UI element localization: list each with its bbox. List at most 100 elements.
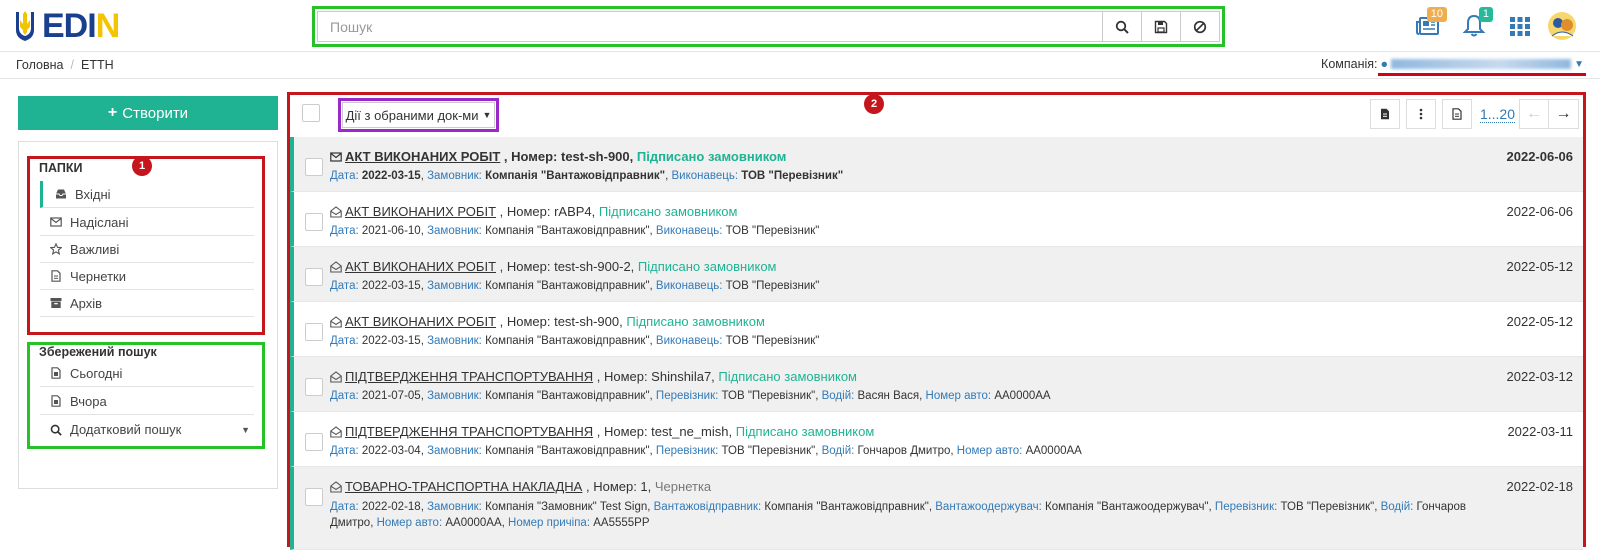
- document-number: , Номер: Shinshila7,: [593, 369, 719, 384]
- document-heading: ПІДТВЕРДЖЕННЯ ТРАНСПОРТУВАННЯ , Номер: t…: [330, 424, 874, 439]
- document-row[interactable]: АКТ ВИКОНАНИХ РОБІТ , Номер: test-sh-900…: [290, 247, 1583, 302]
- user-avatar[interactable]: [1543, 8, 1581, 44]
- select-all-checkbox[interactable]: [302, 104, 320, 122]
- detail-key: Водій:: [821, 445, 855, 457]
- folder-drafts[interactable]: Чернетки: [40, 263, 254, 290]
- row-checkbox[interactable]: [305, 213, 323, 231]
- folder-archive[interactable]: Архів: [40, 290, 254, 317]
- detail-value: Компанія "Вантажовідправник": [485, 170, 666, 182]
- detail-value: ТОВ "Перевізник": [725, 280, 820, 292]
- document-number: , Номер: rABP4,: [496, 204, 599, 219]
- pagination-range[interactable]: 1...20: [1479, 106, 1515, 123]
- detail-key: Вантажовідправник:: [653, 501, 762, 513]
- folder-label: Чернетки: [70, 268, 127, 284]
- document-heading: ТОВАРНО-ТРАНСПОРТНА НАКЛАДНА , Номер: 1,…: [330, 479, 711, 494]
- folder-label: Вхідні: [75, 186, 111, 202]
- document-list-panel: Дії з обраними док-ми ▼ 2 1...20 ← → АКТ …: [287, 92, 1586, 550]
- document-title-link[interactable]: ТОВАРНО-ТРАНСПОРТНА НАКЛАДНА: [345, 479, 582, 494]
- detail-value: Компанія "Вантажоодержувач": [1045, 501, 1209, 513]
- breadcrumb-home[interactable]: Головна: [16, 58, 64, 72]
- row-checkbox[interactable]: [305, 158, 323, 176]
- envelope-icon: [50, 217, 62, 227]
- row-checkbox[interactable]: [305, 433, 323, 451]
- file-text-icon: [1380, 108, 1389, 120]
- folder-important[interactable]: Важливі: [40, 236, 254, 263]
- create-button[interactable]: + Створити: [18, 96, 278, 130]
- search-input[interactable]: [318, 12, 1102, 41]
- document-row[interactable]: ТОВАРНО-ТРАНСПОРТНА НАКЛАДНА , Номер: 1,…: [290, 467, 1583, 550]
- detail-value: 2022-03-15: [361, 280, 421, 292]
- document-row[interactable]: АКТ ВИКОНАНИХ РОБІТ , Номер: test-sh-900…: [290, 302, 1583, 357]
- document-number: , Номер: test-sh-900-2,: [496, 259, 638, 274]
- apps-menu-button[interactable]: [1497, 8, 1543, 44]
- trident-icon: [16, 11, 34, 41]
- document-title-link[interactable]: ПІДТВЕРДЖЕННЯ ТРАНСПОРТУВАННЯ: [345, 369, 593, 384]
- bulk-actions-label: Дії з обраними док-ми: [345, 107, 479, 123]
- clear-search-button[interactable]: [1180, 12, 1219, 41]
- document-status: Чернетка: [654, 479, 712, 494]
- detail-key: Вантажоодержувач:: [935, 501, 1042, 513]
- detail-value: 2022-03-15: [361, 335, 421, 347]
- document-heading: АКТ ВИКОНАНИХ РОБІТ , Номер: test-sh-900…: [330, 149, 786, 164]
- search-button[interactable]: [1102, 12, 1141, 41]
- detail-value: Гончаров Дмитро: [857, 445, 951, 457]
- document-title-link[interactable]: АКТ ВИКОНАНИХ РОБІТ: [345, 204, 496, 219]
- document-row[interactable]: ПІДТВЕРДЖЕННЯ ТРАНСПОРТУВАННЯ , Номер: S…: [290, 357, 1583, 412]
- more-options-button[interactable]: [1405, 99, 1436, 129]
- document-details: Дата: 2021-07-05, Замовник: Компанія "Ва…: [330, 390, 1051, 402]
- row-checkbox[interactable]: [305, 488, 323, 506]
- document-row[interactable]: ПІДТВЕРДЖЕННЯ ТРАНСПОРТУВАННЯ , Номер: t…: [290, 412, 1583, 467]
- company-selector[interactable]: Компанія: ● ▼: [1321, 57, 1584, 71]
- news-button[interactable]: 10: [1405, 7, 1451, 44]
- draft-icon: [51, 270, 61, 282]
- export-button[interactable]: [1369, 99, 1400, 129]
- folder-inbox[interactable]: Вхідні: [40, 181, 254, 208]
- document-view-button[interactable]: [1441, 99, 1472, 129]
- saved-search-yesterday[interactable]: Вчора: [40, 388, 254, 415]
- create-label: Створити: [122, 104, 189, 122]
- detail-key: Виконавець:: [671, 170, 739, 182]
- detail-key: Замовник:: [427, 445, 482, 457]
- detail-key: Перевізник:: [1214, 501, 1278, 513]
- advanced-search-toggle[interactable]: Додатковий пошук ▼: [40, 416, 254, 443]
- bulk-actions-dropdown[interactable]: Дії з обраними док-ми ▼: [342, 102, 495, 128]
- document-date: 2022-02-18: [1506, 479, 1574, 494]
- row-checkbox[interactable]: [305, 323, 323, 341]
- document-details: Дата: 2022-03-04, Замовник: Компанія "Ва…: [330, 445, 1082, 457]
- document-details: Дата: 2022-02-18, Замовник: Компанія "За…: [330, 501, 1467, 529]
- envelope-open-icon: [330, 370, 342, 383]
- row-checkbox[interactable]: [305, 378, 323, 396]
- folder-sent[interactable]: Надіслані: [40, 209, 254, 236]
- saved-search-today[interactable]: Сьогодні: [40, 360, 254, 387]
- save-search-button[interactable]: [1141, 12, 1180, 41]
- detail-value: AA0000AA: [445, 517, 502, 529]
- file-icon: [51, 395, 61, 407]
- row-checkbox[interactable]: [305, 268, 323, 286]
- prev-page-button[interactable]: ←: [1519, 99, 1549, 129]
- edin-logo[interactable]: EDIN: [14, 8, 140, 44]
- detail-key: Номер причіпа:: [508, 517, 591, 529]
- document-title-link[interactable]: АКТ ВИКОНАНИХ РОБІТ: [345, 314, 496, 329]
- detail-value: 2022-02-18: [361, 501, 421, 513]
- document-details: Дата: 2022-03-15, Замовник: Компанія "Ва…: [330, 280, 820, 292]
- detail-value: Компанія "Замовник" Test Sign: [485, 501, 648, 513]
- list-toolbar: Дії з обраними док-ми ▼ 2 1...20 ← →: [290, 94, 1583, 135]
- document-title-link[interactable]: АКТ ВИКОНАНИХ РОБІТ: [345, 259, 496, 274]
- breadcrumb: Головна / ЕТТН: [16, 58, 114, 72]
- avatar-icon: [1548, 12, 1576, 40]
- detail-value: Васян Вася: [857, 390, 920, 402]
- next-page-button[interactable]: →: [1549, 99, 1579, 129]
- envelope-open-icon: [330, 425, 342, 438]
- document-row[interactable]: АКТ ВИКОНАНИХ РОБІТ , Номер: rABP4, Підп…: [290, 192, 1583, 247]
- top-bar: EDIN 10 1: [0, 0, 1600, 52]
- detail-key: Дата:: [330, 445, 359, 457]
- document-date: 2022-05-12: [1506, 259, 1574, 274]
- document-title-link[interactable]: АКТ ВИКОНАНИХ РОБІТ: [345, 149, 500, 164]
- detail-value: ТОВ "Перевізник": [1280, 501, 1375, 513]
- detail-key: Замовник:: [427, 390, 482, 402]
- document-title-link[interactable]: ПІДТВЕРДЖЕННЯ ТРАНСПОРТУВАННЯ: [345, 424, 593, 439]
- notifications-button[interactable]: 1: [1451, 7, 1497, 44]
- document-row[interactable]: АКТ ВИКОНАНИХ РОБІТ , Номер: test-sh-900…: [290, 137, 1583, 192]
- document-status: Підписано замовником: [636, 149, 787, 164]
- folder-label: Надіслані: [70, 214, 129, 230]
